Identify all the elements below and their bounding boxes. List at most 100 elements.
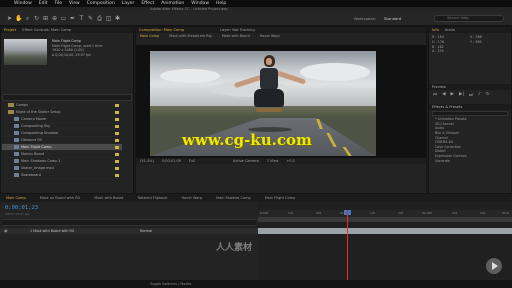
tab-audio[interactable]: Audio bbox=[445, 27, 455, 33]
list-item[interactable]: Camera Mover bbox=[2, 116, 122, 123]
composition-icon bbox=[14, 145, 19, 149]
list-item[interactable]: Comps bbox=[2, 102, 122, 109]
effects-panel-title: Effects & Presets bbox=[429, 104, 511, 111]
comp-nav-item[interactable]: Mask with Board bbox=[222, 33, 250, 40]
timeline-tab[interactable]: Mask with Board bbox=[94, 194, 123, 202]
puppet-tool-icon[interactable]: ✱ bbox=[114, 15, 121, 22]
view-layout-select[interactable]: 1 View bbox=[267, 158, 279, 164]
ruler-tick: 10f bbox=[452, 211, 457, 215]
resolution-select[interactable]: Full bbox=[189, 158, 195, 164]
layer-name[interactable]: 1 Mask with Board with RG bbox=[30, 229, 74, 233]
ruler-tick: 20f bbox=[398, 211, 403, 215]
label-color-swatch bbox=[115, 160, 119, 163]
list-item[interactable]: Distance Fill bbox=[2, 137, 122, 144]
visibility-eye-icon[interactable]: ◉ bbox=[4, 228, 8, 233]
composition-icon bbox=[14, 138, 19, 142]
list-item[interactable]: Skater_Image.mp4 bbox=[2, 165, 122, 172]
list-item[interactable]: Skateboard bbox=[2, 172, 122, 179]
ruler-tick: 20f bbox=[480, 211, 485, 215]
video-play-button[interactable] bbox=[486, 258, 502, 274]
blend-mode-select[interactable]: Normal bbox=[140, 228, 152, 234]
pan-behind-tool-icon[interactable]: ⊕ bbox=[51, 15, 58, 22]
magnification-select[interactable]: (51.4%) bbox=[140, 158, 154, 164]
label-color-swatch bbox=[115, 153, 119, 156]
tools-bar: ➤ ✋ ⌕ ↻ ⊞ ⊕ ▭ ✒ T ✎ ⎙ ◫ ✱ Workspace: Sta… bbox=[0, 12, 512, 26]
label-color-swatch bbox=[115, 167, 119, 170]
timeline-tab[interactable]: Main Comp bbox=[6, 194, 26, 202]
comp-nav-item[interactable]: Hover Warp bbox=[260, 33, 280, 40]
menu-item[interactable]: View bbox=[69, 1, 80, 6]
info-value: A : 255 bbox=[432, 49, 444, 54]
play-icon[interactable]: ▶ bbox=[451, 92, 454, 97]
list-item[interactable]: Main Shadows Comp 1 bbox=[2, 158, 122, 165]
menu-item[interactable]: Animation bbox=[161, 1, 184, 6]
rotate-tool-icon[interactable]: ↻ bbox=[33, 15, 40, 22]
workspace-select[interactable]: Standard bbox=[384, 16, 401, 21]
pen-tool-icon[interactable]: ✒ bbox=[69, 15, 76, 22]
list-item[interactable]: Compositing Sky bbox=[2, 123, 122, 130]
label-color-swatch bbox=[115, 146, 119, 149]
menu-item[interactable]: Help bbox=[216, 1, 226, 6]
menu-item[interactable]: Edit bbox=[39, 1, 48, 6]
timeline-tab[interactable]: Hover Warp bbox=[182, 194, 203, 202]
playhead-line[interactable] bbox=[347, 210, 348, 280]
table-row[interactable]: 1 Mask with Board with RG Normal bbox=[0, 228, 258, 234]
menu-item[interactable]: Window bbox=[191, 1, 209, 6]
list-item[interactable]: Compositing Shadow bbox=[2, 130, 122, 137]
composition-frame[interactable]: www.cg-ku.com bbox=[150, 51, 376, 156]
composition-navigator: Main Comp Mask with Steadicam Rig Mask w… bbox=[136, 33, 426, 40]
comp-nav-item[interactable]: Mask with Steadicam Rig bbox=[169, 33, 212, 40]
menu-item[interactable]: File bbox=[54, 1, 62, 6]
timeline-graph-panel: 0;00f 10f 20f 01;00f 10f 20f 02;00f 10f … bbox=[258, 202, 512, 280]
time-ruler[interactable]: 0;00f 10f 20f 01;00f 10f 20f 02;00f 10f … bbox=[258, 210, 512, 218]
menu-item[interactable]: Composition bbox=[87, 1, 115, 6]
effects-category[interactable]: Generate bbox=[429, 159, 511, 164]
current-time-display[interactable]: 0;00;01;09 bbox=[162, 158, 181, 164]
layer-duration-bar[interactable] bbox=[258, 228, 512, 234]
current-timecode[interactable]: 0;00;01;23 bbox=[5, 205, 38, 211]
selection-tool-icon[interactable]: ➤ bbox=[6, 15, 13, 22]
zoom-tool-icon[interactable]: ⌕ bbox=[24, 15, 31, 22]
list-item[interactable]: Motion Board bbox=[2, 151, 122, 158]
timeline-tab[interactable]: Mask on Board with RG bbox=[40, 194, 81, 202]
menu-item[interactable]: Layer bbox=[122, 1, 135, 6]
ruler-tick: 20f bbox=[316, 211, 321, 215]
loop-icon[interactable]: ↻ bbox=[486, 92, 490, 97]
next-frame-icon[interactable]: ▶| bbox=[459, 92, 464, 97]
shape-tool-icon[interactable]: ▭ bbox=[60, 15, 67, 22]
comp-nav-item[interactable]: Main Comp bbox=[140, 33, 159, 40]
composition-icon bbox=[14, 117, 19, 121]
tab-project[interactable]: Project bbox=[4, 27, 16, 33]
project-search-input[interactable] bbox=[2, 94, 132, 101]
timeline-tab[interactable]: Main Flight Comp bbox=[265, 194, 296, 202]
timeline-tab[interactable]: Tattered Flipbook bbox=[137, 194, 167, 202]
work-area-bar[interactable] bbox=[258, 218, 512, 222]
stamp-tool-icon[interactable]: ⎙ bbox=[96, 15, 103, 22]
last-frame-icon[interactable]: ⏭ bbox=[469, 92, 473, 98]
layer-column-header bbox=[2, 219, 256, 226]
folder-icon bbox=[8, 110, 14, 114]
list-item[interactable]: Night of the Skater Setup bbox=[2, 109, 122, 116]
menu-item[interactable]: Effect bbox=[141, 1, 154, 6]
tab-info[interactable]: Info bbox=[432, 27, 439, 33]
effects-search-input[interactable] bbox=[432, 111, 508, 117]
camera-tool-icon[interactable]: ⊞ bbox=[42, 15, 49, 22]
tab-effect-controls[interactable]: Effect Controls: Main Comp bbox=[22, 27, 71, 33]
type-tool-icon[interactable]: T bbox=[78, 15, 85, 22]
eraser-tool-icon[interactable]: ◫ bbox=[105, 15, 112, 22]
prev-frame-icon[interactable]: ◀ bbox=[442, 92, 445, 97]
camera-select[interactable]: Active Camera bbox=[233, 158, 259, 164]
hand-tool-icon[interactable]: ✋ bbox=[15, 15, 22, 22]
audio-icon[interactable]: ♪ bbox=[478, 92, 481, 97]
exposure-value[interactable]: +0.0 bbox=[286, 158, 295, 164]
search-input[interactable]: Search Help bbox=[434, 15, 504, 22]
first-frame-icon[interactable]: ⏮ bbox=[433, 92, 437, 98]
folder-icon bbox=[8, 103, 14, 107]
toggle-switches-modes[interactable]: Toggle Switches / Modes bbox=[150, 282, 191, 286]
brush-tool-icon[interactable]: ✎ bbox=[87, 15, 94, 22]
project-info: Main Flight Comp Main Flight Comp, used … bbox=[52, 39, 132, 57]
menu-item[interactable]: Window bbox=[14, 1, 32, 6]
project-item-list: Comps Night of the Skater Setup Camera M… bbox=[2, 102, 122, 179]
timeline-tab[interactable]: Main Shadow Comp bbox=[216, 194, 251, 202]
list-item-selected[interactable]: Main Flight Comp bbox=[2, 144, 122, 151]
